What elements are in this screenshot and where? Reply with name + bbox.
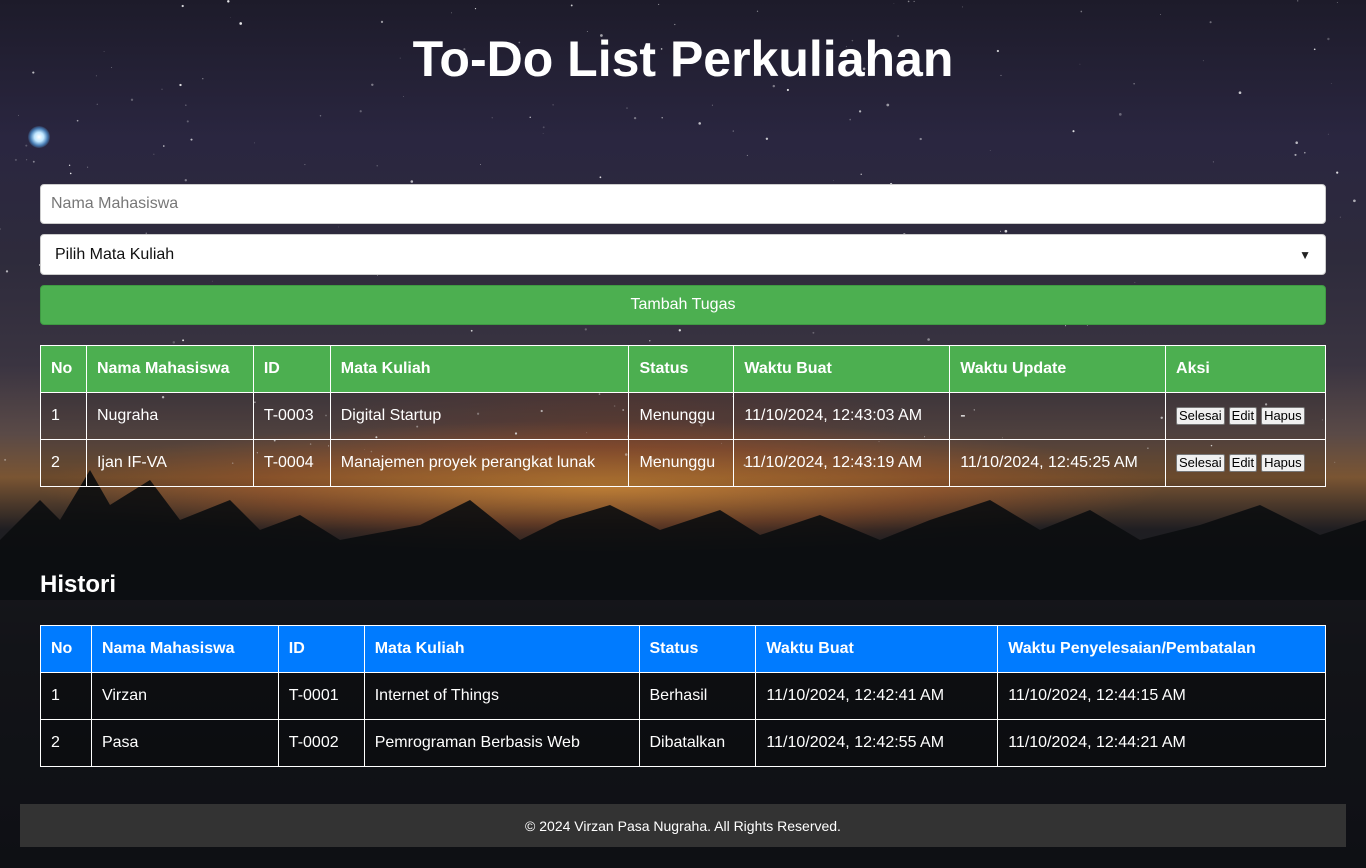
add-task-button[interactable]: Tambah Tugas — [40, 285, 1326, 325]
cell-status: Menunggu — [628, 392, 735, 440]
chevron-down-icon: ▼ — [1299, 247, 1311, 262]
column-header: Status — [638, 625, 757, 673]
cell-course: Manajemen proyek perangkat lunak — [329, 439, 630, 487]
cell-name: Nugraha — [85, 392, 254, 440]
cell-created: 11/10/2024, 12:43:19 AM — [733, 439, 951, 487]
column-header: ID — [252, 345, 331, 393]
cell-updated: 11/10/2024, 12:45:25 AM — [949, 439, 1167, 487]
glowing-star-icon — [28, 126, 50, 148]
column-header: Mata Kuliah — [329, 345, 630, 393]
column-header: Waktu Buat — [755, 625, 999, 673]
cell-no: 1 — [40, 672, 92, 720]
cell-id: T-0003 — [252, 392, 331, 440]
column-header: ID — [277, 625, 365, 673]
column-header: No — [40, 345, 87, 393]
column-header: Waktu Update — [949, 345, 1167, 393]
cell-no: 2 — [40, 439, 87, 487]
history-table-header: No Nama Mahasiswa ID Mata Kuliah Status … — [40, 625, 1326, 673]
cell-name: Ijan IF-VA — [85, 439, 254, 487]
cell-updated: - — [949, 392, 1167, 440]
cell-course: Internet of Things — [363, 672, 640, 720]
cell-id: T-0001 — [277, 672, 365, 720]
column-header: Nama Mahasiswa — [90, 625, 279, 673]
complete-button[interactable]: Selesai — [1176, 454, 1225, 472]
footer-text: © 2024 Virzan Pasa Nugraha. All Rights R… — [525, 817, 841, 834]
cell-created: 11/10/2024, 12:42:41 AM — [755, 672, 999, 720]
cell-name: Pasa — [90, 719, 279, 767]
task-table: No Nama Mahasiswa ID Mata Kuliah Status … — [40, 345, 1326, 487]
column-header: Waktu Buat — [733, 345, 951, 393]
column-header: Status — [628, 345, 735, 393]
table-row: 1 Nugraha T-0003 Digital Startup Menungg… — [40, 392, 1326, 440]
column-header: Waktu Penyelesaian/Pembatalan — [997, 625, 1326, 673]
delete-button[interactable]: Hapus — [1261, 407, 1305, 425]
column-header: Mata Kuliah — [363, 625, 640, 673]
cell-course: Pemrograman Berbasis Web — [363, 719, 640, 767]
cell-actions: Selesai Edit Hapus — [1165, 392, 1326, 440]
table-row: 2 Pasa T-0002 Pemrograman Berbasis Web D… — [40, 719, 1326, 767]
delete-button[interactable]: Hapus — [1261, 454, 1305, 472]
cell-course: Digital Startup — [329, 392, 630, 440]
page-title: To-Do List Perkuliahan — [412, 31, 954, 87]
column-header: Nama Mahasiswa — [85, 345, 254, 393]
cell-created: 11/10/2024, 12:42:55 AM — [755, 719, 999, 767]
cell-status: Berhasil — [638, 672, 757, 720]
course-select[interactable]: Pilih Mata Kuliah ▼ — [40, 234, 1326, 275]
column-header: Aksi — [1165, 345, 1326, 393]
complete-button[interactable]: Selesai — [1176, 407, 1225, 425]
cell-finished: 11/10/2024, 12:44:15 AM — [997, 672, 1326, 720]
cell-id: T-0004 — [252, 439, 331, 487]
table-row: 2 Ijan IF-VA T-0004 Manajemen proyek per… — [40, 439, 1326, 487]
student-name-input[interactable] — [40, 184, 1326, 224]
cell-name: Virzan — [90, 672, 279, 720]
cell-no: 2 — [40, 719, 92, 767]
cell-no: 1 — [40, 392, 87, 440]
cell-status: Menunggu — [628, 439, 735, 487]
cell-finished: 11/10/2024, 12:44:21 AM — [997, 719, 1326, 767]
course-select-value: Pilih Mata Kuliah — [55, 245, 175, 263]
edit-button[interactable]: Edit — [1228, 454, 1258, 472]
table-row: 1 Virzan T-0001 Internet of Things Berha… — [40, 672, 1326, 720]
cell-actions: Selesai Edit Hapus — [1165, 439, 1326, 487]
cell-created: 11/10/2024, 12:43:03 AM — [733, 392, 951, 440]
cell-status: Dibatalkan — [638, 719, 757, 767]
history-table: No Nama Mahasiswa ID Mata Kuliah Status … — [40, 625, 1326, 767]
column-header: No — [40, 625, 92, 673]
cell-id: T-0002 — [277, 719, 365, 767]
history-title: Histori — [40, 571, 117, 598]
task-table-header: No Nama Mahasiswa ID Mata Kuliah Status … — [40, 345, 1326, 393]
footer: © 2024 Virzan Pasa Nugraha. All Rights R… — [20, 804, 1346, 847]
edit-button[interactable]: Edit — [1228, 407, 1258, 425]
